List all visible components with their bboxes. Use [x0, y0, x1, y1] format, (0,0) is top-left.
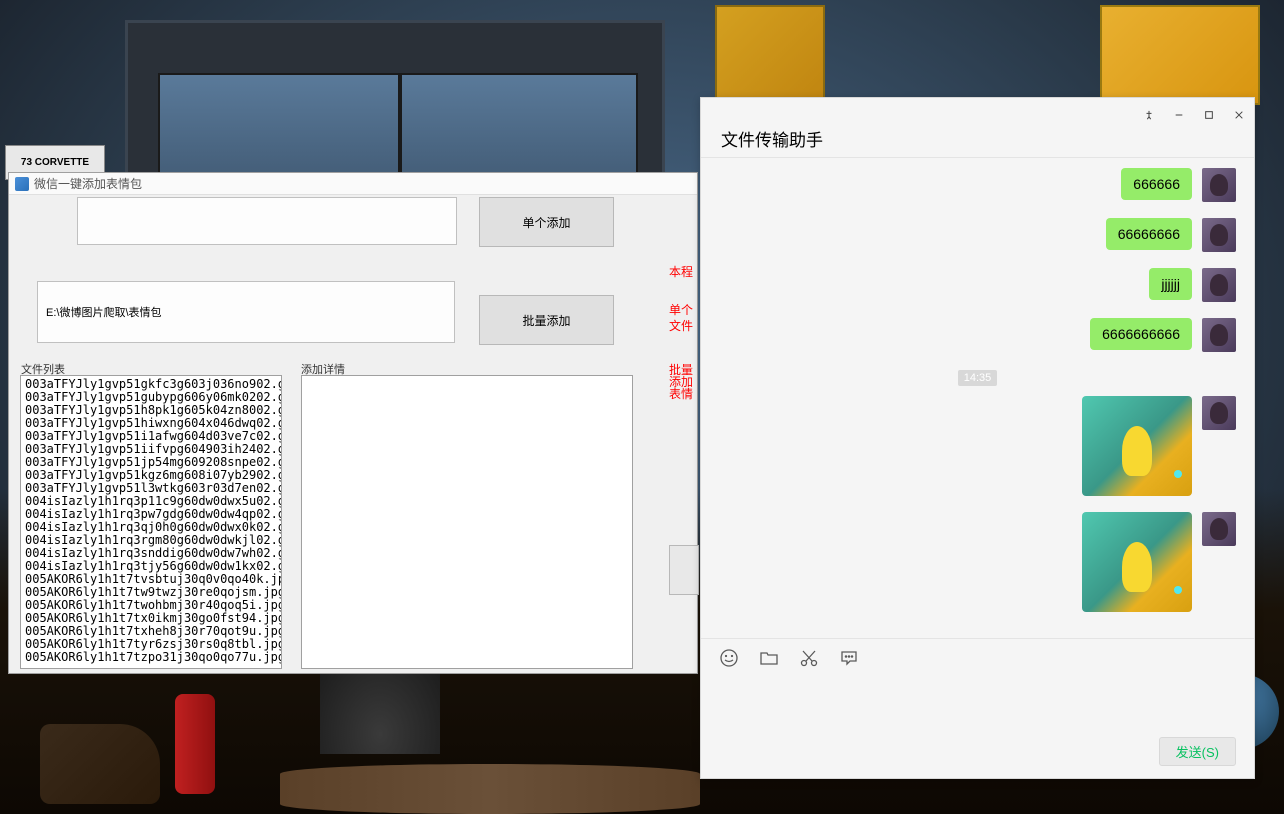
image-message[interactable]	[1082, 512, 1192, 612]
scissors-icon[interactable]	[799, 648, 819, 668]
bg-shoe	[40, 724, 160, 804]
help-text-3: 文件	[669, 317, 699, 334]
file-list-box[interactable]: 003aTFYJly1gvp51gkfc3g603j036no902.gif00…	[20, 375, 282, 669]
emoji-tool-window: 微信一键添加表情包 单个添加 E:\微博图片爬取\表情包 批量添加 本程 单个 …	[8, 172, 698, 674]
help-text-1: 本程	[669, 263, 699, 280]
bg-poster-left	[715, 5, 825, 105]
tool-window-title: 微信一键添加表情包	[34, 175, 142, 192]
message-row: 666666	[719, 168, 1236, 202]
chat-messages-area[interactable]: 66666666666666jjjjjj666666666614:35	[701, 158, 1254, 638]
message-row	[719, 512, 1236, 612]
avatar[interactable]	[1202, 318, 1236, 352]
avatar[interactable]	[1202, 512, 1236, 546]
avatar[interactable]	[1202, 396, 1236, 430]
pin-icon[interactable]	[1142, 108, 1156, 122]
partial-button[interactable]	[669, 545, 699, 595]
batch-add-button[interactable]: 批量添加	[479, 295, 614, 345]
message-row	[719, 396, 1236, 496]
image-message[interactable]	[1082, 396, 1192, 496]
tool-titlebar[interactable]: 微信一键添加表情包	[9, 173, 697, 195]
message-bubble[interactable]: 66666666	[1106, 218, 1192, 250]
close-icon[interactable]	[1232, 108, 1246, 122]
timestamp: 14:35	[719, 368, 1236, 386]
folder-icon[interactable]	[759, 648, 779, 668]
message-bubble[interactable]: 666666	[1121, 168, 1192, 200]
send-button[interactable]: 发送(S)	[1159, 737, 1236, 766]
bg-carpet	[280, 764, 700, 814]
wechat-window: 文件传输助手 66666666666666jjjjjj666666666614:…	[700, 97, 1255, 779]
wechat-chat-title: 文件传输助手	[713, 106, 823, 151]
maximize-icon[interactable]	[1202, 108, 1216, 122]
help-text-6: 表情	[669, 385, 699, 402]
help-text-2: 单个	[669, 301, 699, 318]
bg-poster-right	[1100, 5, 1260, 105]
emoji-icon[interactable]	[719, 648, 739, 668]
window-controls	[1142, 108, 1246, 122]
wechat-titlebar[interactable]: 文件传输助手	[701, 98, 1254, 158]
folder-path-input[interactable]: E:\微博图片爬取\表情包	[37, 281, 455, 343]
app-icon	[15, 177, 29, 191]
avatar[interactable]	[1202, 218, 1236, 252]
avatar[interactable]	[1202, 168, 1236, 202]
bg-extinguisher	[175, 694, 215, 794]
message-input[interactable]	[701, 677, 1254, 737]
list-item[interactable]: 005AKOR6ly1h1t7tzpo31j30qo0qo77u.jpg	[25, 651, 277, 664]
message-bubble[interactable]: jjjjjj	[1149, 268, 1192, 300]
message-row: 66666666	[719, 218, 1236, 252]
detail-list-box[interactable]	[301, 375, 633, 669]
minimize-icon[interactable]	[1172, 108, 1186, 122]
single-add-button[interactable]: 单个添加	[479, 197, 614, 247]
avatar[interactable]	[1202, 268, 1236, 302]
single-file-input[interactable]	[77, 197, 457, 245]
chat-history-icon[interactable]	[839, 648, 859, 668]
message-row: 6666666666	[719, 318, 1236, 352]
message-bubble[interactable]: 6666666666	[1090, 318, 1192, 350]
input-area: 发送(S)	[701, 638, 1254, 778]
message-row: jjjjjj	[719, 268, 1236, 302]
input-toolbar	[701, 639, 1254, 677]
